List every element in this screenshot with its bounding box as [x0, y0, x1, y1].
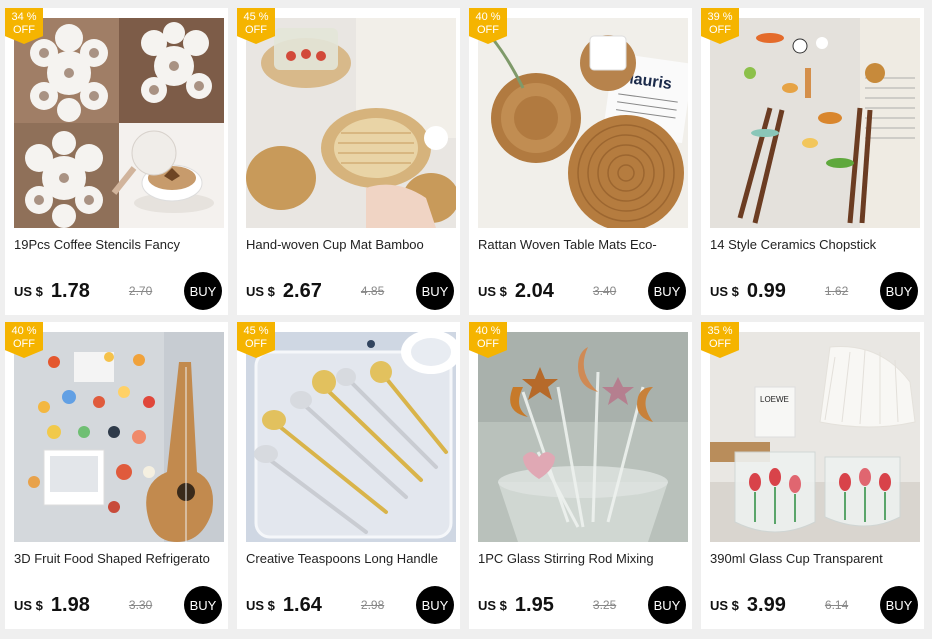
- current-price: 1.64: [282, 593, 322, 616]
- current-price: 3.99: [746, 593, 786, 616]
- currency-label: US $: [246, 597, 275, 613]
- product-title[interactable]: 19Pcs Coffee Stencils Fancy: [14, 237, 220, 252]
- buy-button[interactable]: BUY: [648, 586, 686, 624]
- product-image[interactable]: [246, 332, 456, 542]
- product-card[interactable]: Mauris 40 % OFF Rattan Woven Table Mats E…: [469, 8, 692, 315]
- currency-label: US $: [710, 597, 739, 613]
- svg-text:LOEWE: LOEWE: [760, 395, 789, 404]
- price-row: US $ 2.67 4.85 BUY: [246, 270, 454, 312]
- current-price: 2.67: [282, 279, 322, 302]
- product-grid: 34 % OFF 19Pcs Coffee Stencils Fancy US $…: [5, 8, 924, 629]
- ceramic-chopstick-rest-photo: [710, 18, 920, 228]
- product-image[interactable]: [14, 18, 224, 228]
- currency-label: US $: [246, 283, 275, 299]
- original-price: 3.30: [128, 598, 153, 612]
- product-title[interactable]: 390ml Glass Cup Transparent: [710, 551, 916, 566]
- original-price: 6.14: [824, 598, 849, 612]
- price-row: US $ 3.99 6.14 BUY: [710, 584, 918, 626]
- product-title[interactable]: 1PC Glass Stirring Rod Mixing: [478, 551, 684, 566]
- current-price: 1.78: [50, 279, 90, 302]
- original-price: 2.98: [360, 598, 385, 612]
- product-title[interactable]: Creative Teaspoons Long Handle: [246, 551, 452, 566]
- product-title[interactable]: Rattan Woven Table Mats Eco-: [478, 237, 684, 252]
- product-card[interactable]: 34 % OFF 19Pcs Coffee Stencils Fancy US $…: [5, 8, 228, 315]
- buy-button[interactable]: BUY: [880, 272, 918, 310]
- glass-stirring-rods-photo: [478, 332, 688, 542]
- teaspoons-photo: [246, 332, 456, 542]
- product-image[interactable]: [14, 332, 224, 542]
- coffee-stencils-photo: [14, 18, 224, 228]
- price-row: US $ 0.99 1.62 BUY: [710, 270, 918, 312]
- buy-button[interactable]: BUY: [648, 272, 686, 310]
- currency-label: US $: [478, 283, 507, 299]
- product-title[interactable]: 3D Fruit Food Shaped Refrigerato: [14, 551, 220, 566]
- buy-button[interactable]: BUY: [184, 586, 222, 624]
- currency-label: US $: [478, 597, 507, 613]
- rattan-table-mats-photo: Mauris: [478, 18, 688, 228]
- product-card[interactable]: 40 % OFF 3D Fruit Food Shaped Refrigerato…: [5, 322, 228, 629]
- product-card[interactable]: 39 % OFF 14 Style Ceramics Chopstick US $…: [701, 8, 924, 315]
- current-price: 2.04: [514, 279, 554, 302]
- currency-label: US $: [14, 283, 43, 299]
- product-image[interactable]: [246, 18, 456, 228]
- original-price: 3.25: [592, 598, 617, 612]
- glass-cups-photo: LOEWE: [710, 332, 920, 542]
- woven-cup-mat-photo: [246, 18, 456, 228]
- currency-label: US $: [710, 283, 739, 299]
- product-title[interactable]: Hand-woven Cup Mat Bamboo: [246, 237, 452, 252]
- fridge-magnets-photo: [14, 332, 224, 542]
- product-card[interactable]: 45 % OFF Hand-woven Cup Mat Bamboo US $ 2…: [237, 8, 460, 315]
- buy-button[interactable]: BUY: [416, 586, 454, 624]
- original-price: 3.40: [592, 284, 617, 298]
- buy-button[interactable]: BUY: [416, 272, 454, 310]
- original-price: 1.62: [824, 284, 849, 298]
- product-image[interactable]: [478, 332, 688, 542]
- buy-button[interactable]: BUY: [880, 586, 918, 624]
- current-price: 1.98: [50, 593, 90, 616]
- original-price: 2.70: [128, 284, 153, 298]
- price-row: US $ 1.78 2.70 BUY: [14, 270, 222, 312]
- product-card[interactable]: 45 % OFF Creative Teaspoons Long Handle U…: [237, 322, 460, 629]
- price-row: US $ 1.98 3.30 BUY: [14, 584, 222, 626]
- currency-label: US $: [14, 597, 43, 613]
- current-price: 0.99: [746, 279, 786, 302]
- price-row: US $ 1.95 3.25 BUY: [478, 584, 686, 626]
- buy-button[interactable]: BUY: [184, 272, 222, 310]
- original-price: 4.85: [360, 284, 385, 298]
- product-image[interactable]: LOEWE: [710, 332, 920, 542]
- product-image[interactable]: Mauris: [478, 18, 688, 228]
- price-row: US $ 1.64 2.98 BUY: [246, 584, 454, 626]
- product-title[interactable]: 14 Style Ceramics Chopstick: [710, 237, 916, 252]
- current-price: 1.95: [514, 593, 554, 616]
- product-image[interactable]: [710, 18, 920, 228]
- price-row: US $ 2.04 3.40 BUY: [478, 270, 686, 312]
- product-card[interactable]: 40 % OFF 1PC Glass Stirring Rod Mixing US…: [469, 322, 692, 629]
- product-card[interactable]: LOEWE 35 % OFF 390ml Glass Cup Transparen…: [701, 322, 924, 629]
